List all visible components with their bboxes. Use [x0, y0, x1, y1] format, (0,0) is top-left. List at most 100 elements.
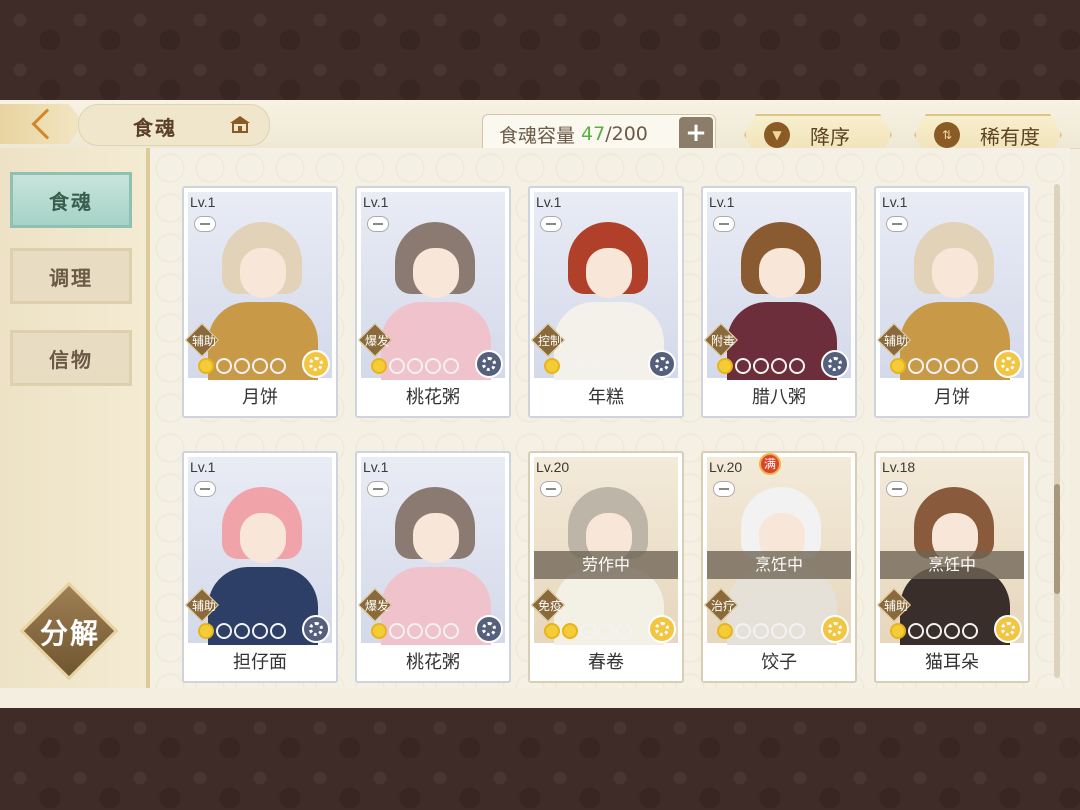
- star-icon: [234, 623, 250, 639]
- capacity-current: 47: [581, 123, 606, 145]
- role-badge: 附毒: [704, 323, 738, 357]
- star-icon: [562, 623, 578, 639]
- star-icon: [544, 623, 560, 639]
- star-icon: [407, 623, 423, 639]
- star-icon: [443, 358, 459, 374]
- element-flower-icon: [821, 615, 849, 643]
- food-soul-card[interactable]: Lv.1 控制 年糕: [528, 186, 684, 418]
- panel-header: 食魂 食魂容量 47 / 200 + ▼ 降序 ⇅ 稀有度: [0, 100, 1080, 149]
- tab-tokens[interactable]: 信物: [10, 330, 132, 386]
- star-rating: [371, 623, 459, 643]
- role-label: 辅助: [191, 599, 216, 613]
- star-icon: [425, 623, 441, 639]
- star-icon: [580, 623, 596, 639]
- role-badge: 辅助: [877, 588, 911, 622]
- lock-toggle-icon[interactable]: [540, 216, 562, 232]
- tab-label: 食魂: [49, 189, 93, 214]
- element-flower-icon: [475, 350, 503, 378]
- card-name: 春卷: [530, 645, 682, 681]
- lock-toggle-icon[interactable]: [194, 216, 216, 232]
- role-label: 附毒: [710, 334, 735, 348]
- food-soul-card[interactable]: Lv.1 辅助 月饼: [874, 186, 1030, 418]
- lock-toggle-icon[interactable]: [713, 216, 735, 232]
- star-icon: [598, 623, 614, 639]
- food-soul-card[interactable]: Lv.1 辅助担仔面: [182, 451, 338, 683]
- food-soul-card[interactable]: Lv.1 爆发 桃花粥: [355, 186, 511, 418]
- top-decorative-band: [0, 0, 1080, 100]
- star-icon: [735, 623, 751, 639]
- food-soul-card[interactable]: Lv.1 辅助 月饼: [182, 186, 338, 418]
- grid-scrollbar[interactable]: [1054, 184, 1060, 678]
- star-icon: [216, 358, 232, 374]
- star-icon: [753, 623, 769, 639]
- lock-toggle-icon[interactable]: [886, 481, 908, 497]
- star-icon: [389, 358, 405, 374]
- element-flower-icon: [648, 615, 676, 643]
- food-soul-card[interactable]: Lv.1 附毒 腊八粥: [701, 186, 857, 418]
- star-icon: [616, 358, 632, 374]
- star-icon: [407, 358, 423, 374]
- tab-conditioning[interactable]: 调理: [10, 248, 132, 304]
- star-icon: [216, 623, 232, 639]
- card-name: 桃花粥: [357, 380, 509, 416]
- star-rating: [890, 358, 978, 378]
- lock-toggle-icon[interactable]: [367, 481, 389, 497]
- star-icon: [908, 358, 924, 374]
- role-badge: 辅助: [877, 323, 911, 357]
- food-soul-card[interactable]: 烹饪中 满 Lv.20 治疗 饺子: [701, 451, 857, 683]
- star-icon: [962, 358, 978, 374]
- role-badge: 治疗: [704, 588, 738, 622]
- tab-label: 调理: [49, 265, 93, 290]
- character-face: [240, 513, 286, 563]
- level-label: Lv.1: [363, 459, 389, 475]
- star-icon: [598, 358, 614, 374]
- lock-toggle-icon[interactable]: [713, 481, 735, 497]
- star-icon: [562, 358, 578, 374]
- star-rating: [544, 623, 632, 643]
- level-label: Lv.1: [190, 459, 216, 475]
- star-icon: [753, 358, 769, 374]
- scrollbar-thumb[interactable]: [1054, 484, 1060, 594]
- star-icon: [425, 358, 441, 374]
- card-name: 担仔面: [184, 645, 336, 681]
- star-rating: [717, 623, 805, 643]
- element-flower-icon: [302, 615, 330, 643]
- role-label: 辅助: [191, 334, 216, 348]
- card-name: 桃花粥: [357, 645, 509, 681]
- star-icon: [371, 623, 387, 639]
- tab-food-souls[interactable]: 食魂: [10, 172, 132, 228]
- star-rating: [198, 623, 286, 643]
- card-name: 年糕: [530, 380, 682, 416]
- capacity-label: 食魂容量: [499, 124, 576, 147]
- food-soul-card[interactable]: 劳作中 Lv.20 免疫 春卷: [528, 451, 684, 683]
- lock-toggle-icon[interactable]: [540, 481, 562, 497]
- role-label: 治疗: [710, 599, 735, 613]
- star-icon: [252, 358, 268, 374]
- decompose-button[interactable]: 分解: [19, 581, 122, 684]
- star-icon: [908, 623, 924, 639]
- food-soul-card[interactable]: Lv.1 爆发 桃花粥: [355, 451, 511, 683]
- level-label: Lv.1: [536, 194, 562, 210]
- role-badge: 辅助: [185, 323, 219, 357]
- level-label: Lv.1: [709, 194, 735, 210]
- star-icon: [270, 623, 286, 639]
- lock-toggle-icon[interactable]: [194, 481, 216, 497]
- food-soul-card[interactable]: 烹饪中 Lv.18 辅助 猫耳朵: [874, 451, 1030, 683]
- card-name: 月饼: [876, 380, 1028, 416]
- star-icon: [198, 623, 214, 639]
- star-rating: [371, 358, 459, 378]
- role-label: 辅助: [883, 334, 908, 348]
- character-face: [586, 248, 632, 298]
- decompose-label: 分解: [39, 617, 100, 650]
- page-title: 食魂: [133, 116, 177, 140]
- house-icon: [230, 116, 250, 133]
- lock-toggle-icon[interactable]: [886, 216, 908, 232]
- star-icon: [198, 358, 214, 374]
- expand-capacity-button[interactable]: +: [679, 117, 713, 151]
- role-label: 辅助: [883, 599, 908, 613]
- lock-toggle-icon[interactable]: [367, 216, 389, 232]
- role-badge: 免疫: [531, 588, 565, 622]
- role-label: 爆发: [364, 334, 389, 348]
- back-button[interactable]: [0, 104, 84, 144]
- star-icon: [371, 358, 387, 374]
